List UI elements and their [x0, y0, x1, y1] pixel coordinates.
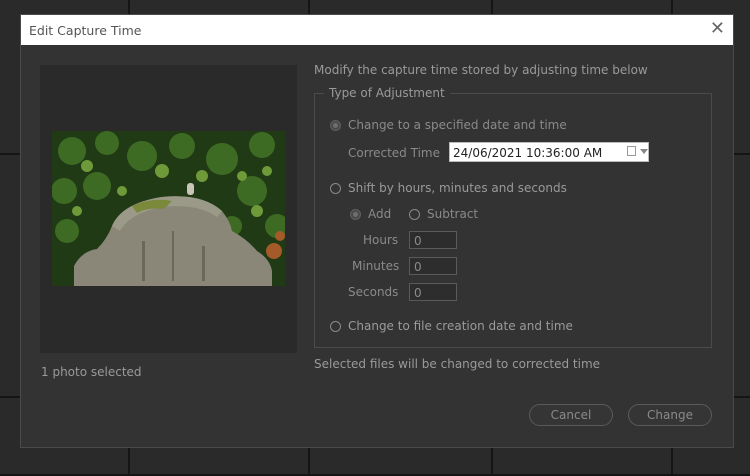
adjustment-group-legend: Type of Adjustment	[324, 86, 450, 100]
minutes-input[interactable]: 0	[409, 257, 457, 275]
hours-value: 0	[414, 234, 422, 248]
option-shift-label: Shift by hours, minutes and seconds	[348, 181, 567, 195]
corrected-time-value: 24/06/2021 10:36:00 AM	[453, 146, 603, 160]
hours-input[interactable]: 0	[409, 231, 457, 249]
radio-subtract[interactable]	[409, 209, 420, 220]
radio-specified-date[interactable]	[330, 120, 341, 131]
minutes-label: Minutes	[352, 259, 400, 273]
seconds-label: Seconds	[348, 285, 399, 299]
selected-count: 1 photo selected	[41, 365, 142, 379]
seconds-value: 0	[414, 286, 422, 300]
change-button[interactable]: Change	[628, 404, 712, 426]
subtract-label: Subtract	[427, 207, 479, 221]
dialog-titlebar: Edit Capture Time ✕	[21, 15, 733, 45]
cancel-button[interactable]: Cancel	[529, 404, 613, 426]
close-icon[interactable]: ✕	[710, 18, 725, 39]
radio-shift[interactable]	[330, 183, 341, 194]
calendar-icon[interactable]	[627, 146, 636, 156]
note-text: Selected files will be changed to correc…	[314, 357, 601, 371]
seconds-input[interactable]: 0	[409, 283, 457, 301]
chevron-down-icon[interactable]	[640, 149, 648, 154]
option-specified-label: Change to a specified date and time	[348, 118, 567, 132]
corrected-time-label: Corrected Time	[348, 146, 440, 160]
intro-text: Modify the capture time stored by adjust…	[314, 63, 648, 77]
photo-thumbnail	[52, 131, 285, 286]
dialog-title: Edit Capture Time	[29, 23, 142, 38]
add-label: Add	[368, 207, 392, 221]
hours-label: Hours	[363, 233, 399, 247]
option-file-creation-label: Change to file creation date and time	[348, 319, 573, 333]
edit-capture-time-dialog: Edit Capture Time ✕ 1 photo selected Mod…	[20, 14, 734, 448]
radio-file-creation[interactable]	[330, 321, 341, 332]
radio-add[interactable]	[350, 209, 361, 220]
corrected-time-field[interactable]: 24/06/2021 10:36:00 AM	[449, 142, 649, 162]
minutes-value: 0	[414, 260, 422, 274]
photo-preview-panel	[40, 65, 297, 353]
